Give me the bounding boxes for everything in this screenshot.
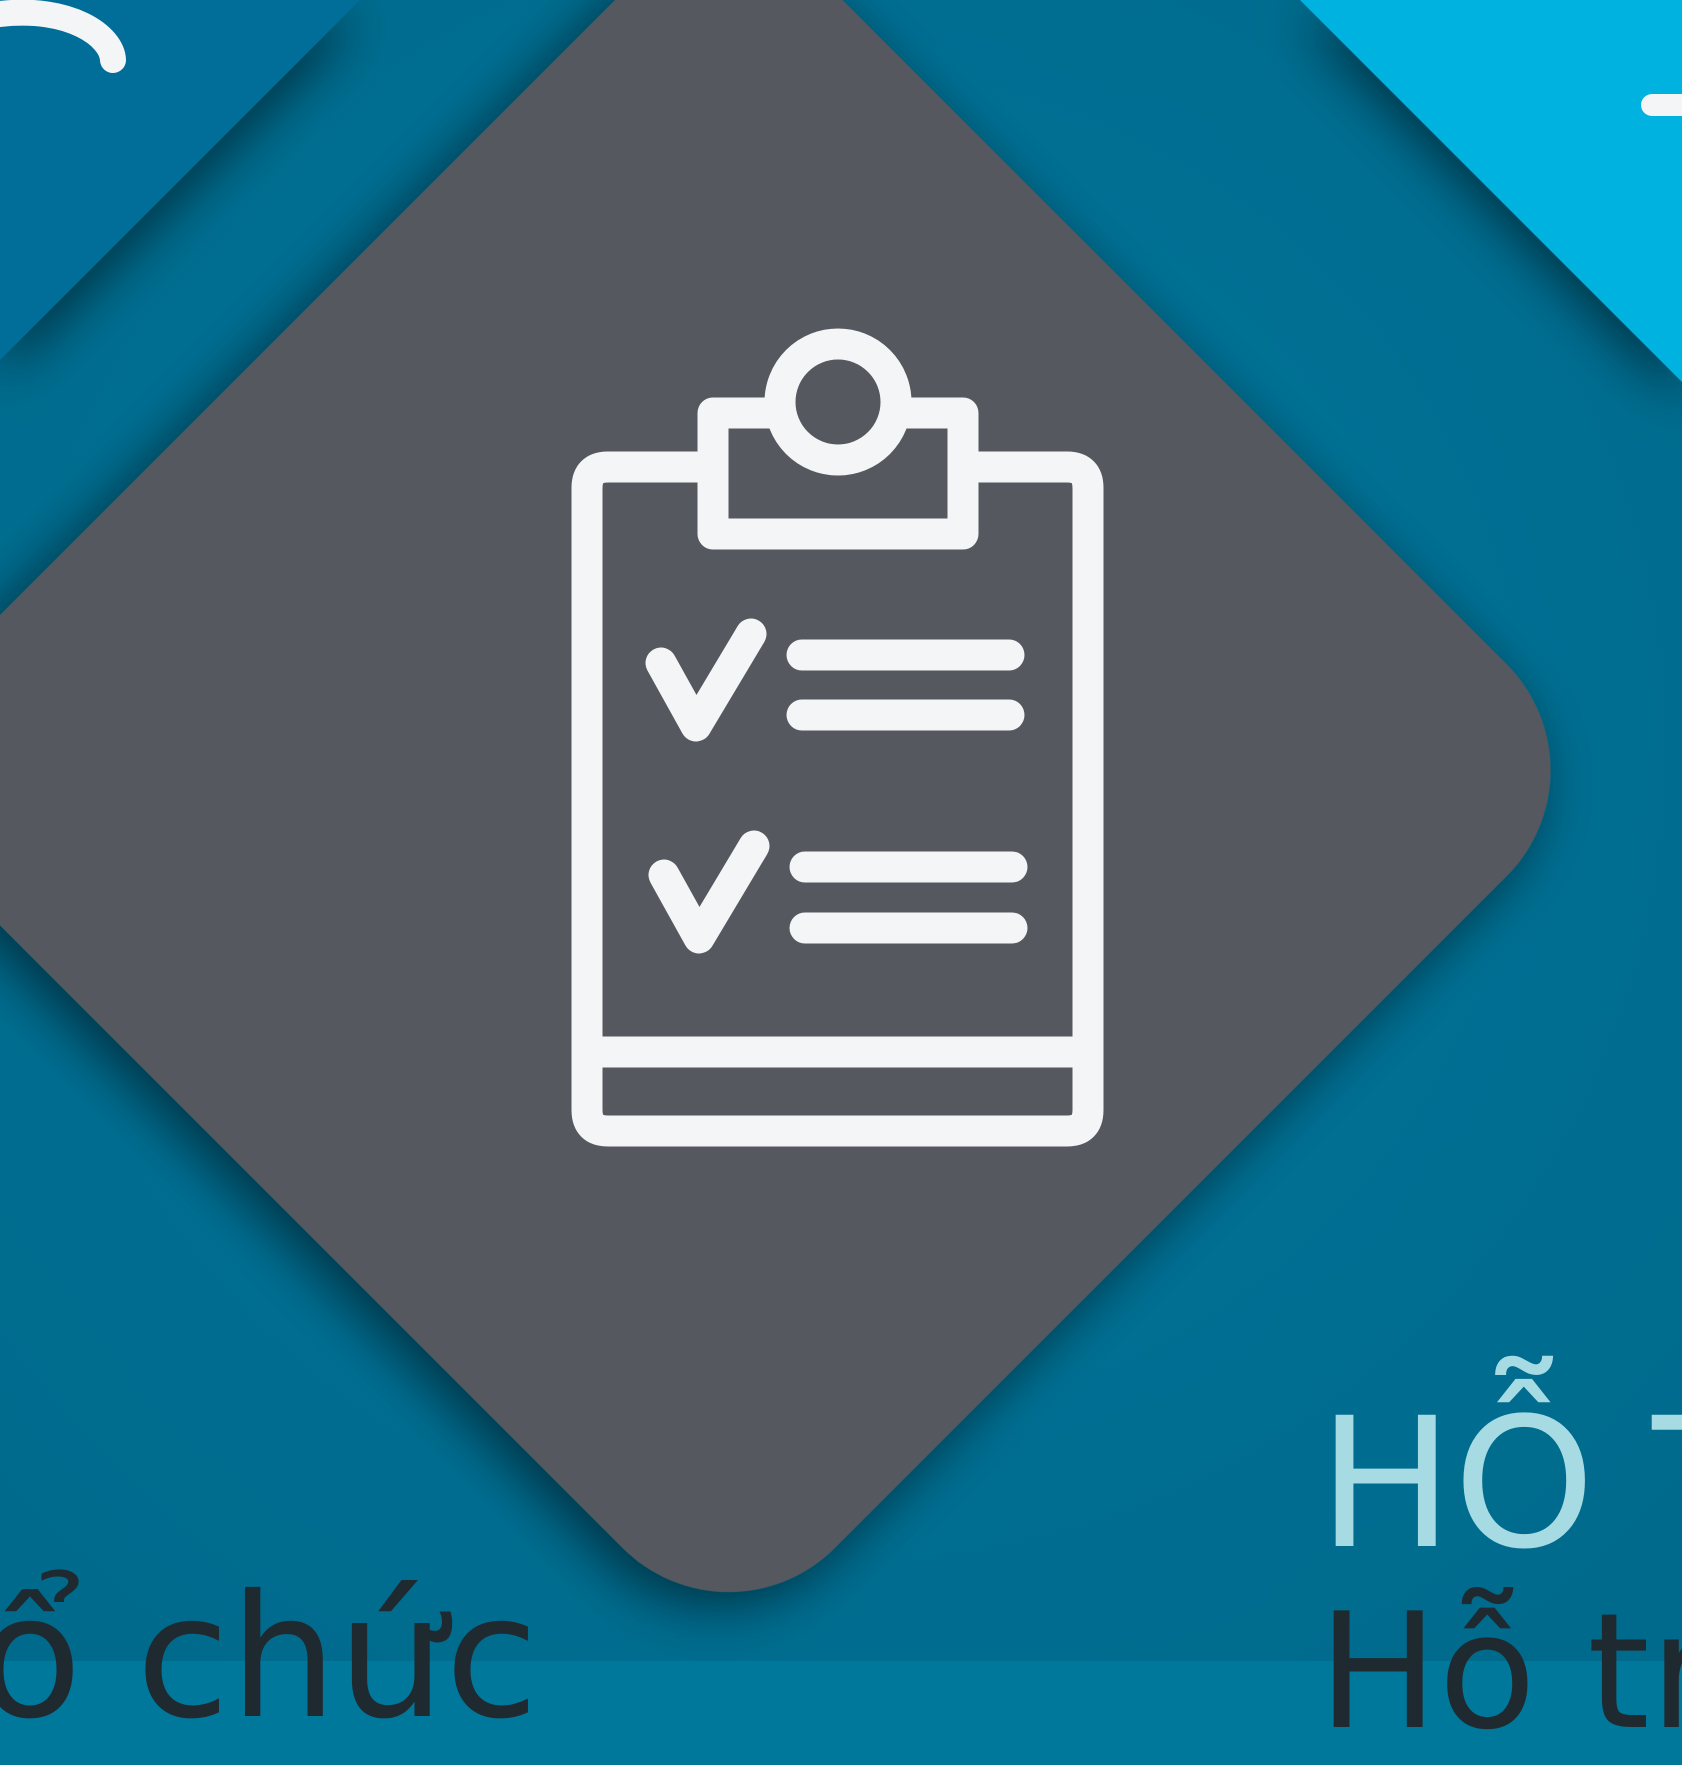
page-canvas: HỖ T Hỗ tr ổ chức [0,0,1682,1752]
heading-right: HỖ T [1318,1380,1682,1589]
subheading-right: Hỗ tr [1318,1578,1682,1765]
subheading-left: ổ chức [0,1559,539,1757]
